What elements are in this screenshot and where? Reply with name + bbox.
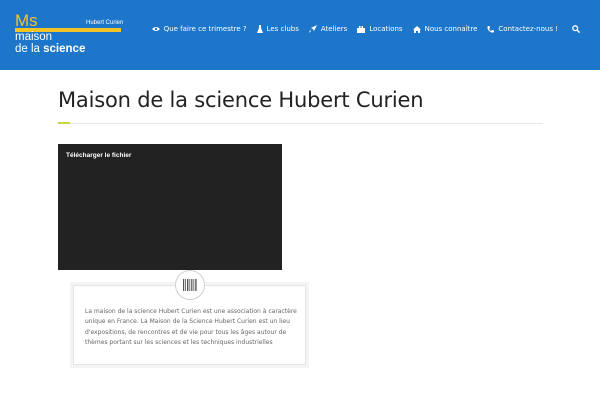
nav-label: Les clubs [266,25,299,33]
page-title: Maison de la science Hubert Curien [58,88,424,112]
nav-label: Que faire ce trimestre ? [163,25,247,33]
home-icon [412,25,421,33]
title-accent [58,122,70,124]
logo-line2: de la science [15,43,85,55]
logo-line2-prefix: de la [15,43,44,55]
main-nav: Que faire ce trimestre ? Les clubs Ateli… [142,22,580,36]
nav-label: Contactez-nous ! [498,25,558,33]
search-icon [572,25,580,33]
nav-label: Locations [369,25,403,33]
download-link[interactable]: Télécharger le fichier [66,152,131,159]
briefcase-icon [357,25,366,33]
card-badge [175,270,205,300]
search-button[interactable] [572,25,580,33]
phone-icon [487,25,495,33]
nav-item-locations[interactable]: Locations [357,25,403,33]
document-viewer[interactable]: Télécharger le fichier [58,144,282,270]
logo-subtitle: Hubert Curien [86,20,124,26]
nav-item-clubs[interactable]: Les clubs [256,25,299,33]
nav-label: Nous connaître [424,25,478,33]
title-divider [58,123,543,124]
nav-item-contact[interactable]: Contactez-nous ! [487,25,558,33]
site-header: Ms Hubert Curien maison de la science Qu… [0,0,600,70]
nav-item-trimestre[interactable]: Que faire ce trimestre ? [151,25,247,33]
barcode-icon [183,279,197,291]
logo-line1: maison [15,31,53,43]
rocket-icon [308,25,317,33]
logo-line2-bold: science [43,43,86,55]
flask-icon [256,25,263,33]
card-text: La maison de la science Hubert Curien es… [85,308,297,347]
site-logo[interactable]: Ms Hubert Curien maison de la science [15,11,125,60]
nav-label: Ateliers [320,25,348,33]
nav-item-ateliers[interactable]: Ateliers [308,25,348,33]
nav-item-nous-connaitre[interactable]: Nous connaître [412,25,478,33]
eye-icon [151,27,160,31]
